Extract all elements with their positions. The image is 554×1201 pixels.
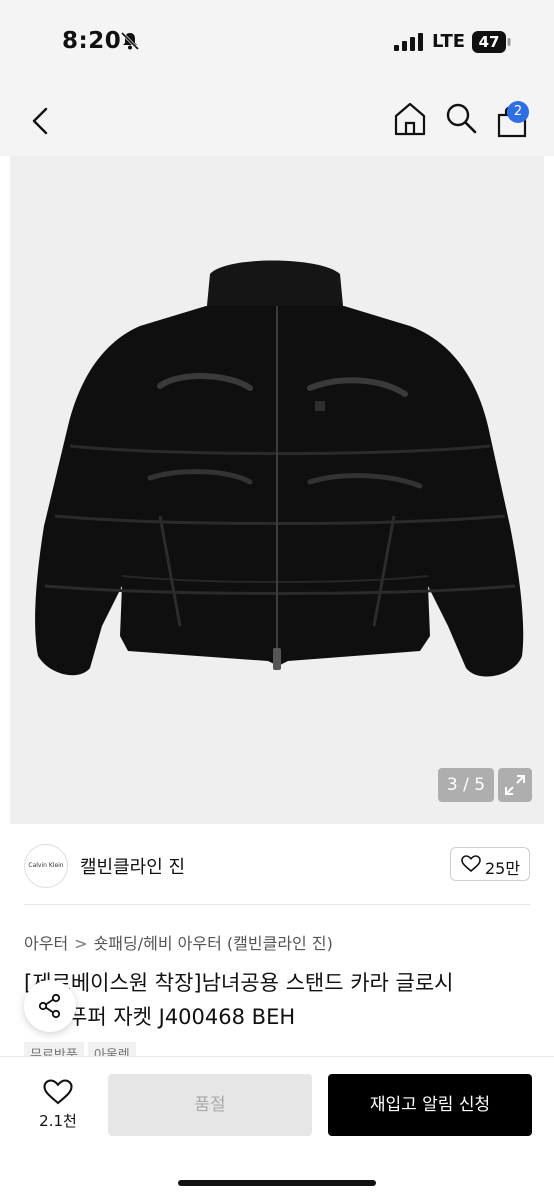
product-title-line2: 푸퍼 자켓 J400468 BEH bbox=[68, 1005, 296, 1029]
wishlist-count: 2.1천 bbox=[39, 1112, 77, 1130]
brand-like-button[interactable]: 25만 bbox=[450, 847, 530, 881]
share-icon bbox=[38, 993, 61, 1019]
brand-logo[interactable]: Calvin Klein bbox=[24, 844, 68, 888]
product-jacket-image bbox=[35, 260, 524, 677]
wishlist-button[interactable]: 2.1천 bbox=[36, 1079, 80, 1139]
brand-like-count: 25만 bbox=[485, 859, 521, 878]
expand-image-button[interactable] bbox=[498, 768, 532, 802]
back-arrow-icon[interactable] bbox=[26, 104, 56, 138]
battery-level: 47 bbox=[478, 33, 500, 51]
soldout-button[interactable]: 품절 bbox=[108, 1074, 312, 1136]
top-nav bbox=[0, 86, 554, 156]
brand-row: Calvin Klein 캘빈클라인 진 25만 bbox=[0, 838, 554, 894]
heart-icon bbox=[43, 1079, 73, 1105]
home-indicator bbox=[178, 1180, 376, 1186]
home-icon[interactable] bbox=[393, 101, 427, 137]
share-button[interactable] bbox=[24, 980, 76, 1032]
expand-icon bbox=[505, 775, 525, 795]
status-time: 8:20 bbox=[62, 28, 122, 54]
product-title-line1: [제로베이스원 착장]남녀공용 스탠드 카라 글로시 bbox=[24, 971, 454, 995]
breadcrumb-separator: > bbox=[74, 934, 88, 953]
divider bbox=[24, 904, 530, 905]
battery-icon: 47 bbox=[472, 31, 512, 53]
network-type: LTE bbox=[432, 31, 466, 52]
product-image-gallery[interactable] bbox=[10, 156, 544, 824]
breadcrumb-subcategory[interactable]: 숏패딩/헤비 아우터 bbox=[94, 934, 222, 953]
brand-name[interactable]: 캘빈클라인 진 bbox=[80, 853, 185, 879]
signal-icon bbox=[394, 33, 423, 51]
heart-icon bbox=[461, 855, 481, 873]
bell-muted-icon bbox=[120, 31, 140, 51]
breadcrumb-brand[interactable]: (캘빈클라인 진) bbox=[227, 934, 333, 953]
cart-count-badge: 2 bbox=[507, 101, 529, 123]
product-title: [제로베이스원 착장]남녀공용 스탠드 카라 글로시 푸퍼 자켓 J400468… bbox=[24, 966, 534, 1034]
restock-alert-button[interactable]: 재입고 알림 신청 bbox=[328, 1074, 532, 1136]
breadcrumb-category[interactable]: 아우터 bbox=[24, 934, 68, 953]
search-icon[interactable] bbox=[445, 102, 477, 134]
status-bar: 8:20 LTE 47 bbox=[0, 0, 554, 86]
image-counter: 3 / 5 bbox=[438, 768, 494, 802]
breadcrumb: 아우터 > 숏패딩/헤비 아우터 (캘빈클라인 진) bbox=[24, 930, 333, 954]
